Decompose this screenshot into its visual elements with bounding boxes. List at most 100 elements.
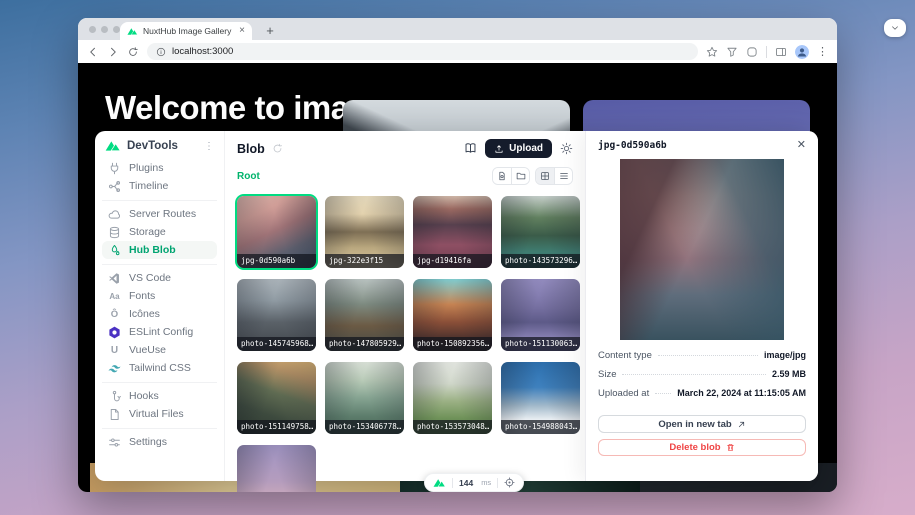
bookmark-star-icon[interactable]: [706, 46, 718, 58]
window-minimize-button[interactable]: [101, 26, 108, 33]
sidebar-item-hooks[interactable]: Hooks: [102, 387, 217, 405]
blob-panel: Blob Upload Root: [225, 131, 585, 481]
blob-tile-label: photo-151130063…: [501, 337, 580, 352]
blob-tile-photo-151130063[interactable]: photo-151130063…: [501, 279, 580, 351]
toolbar-right: ⋮: [706, 45, 828, 59]
sidebar-item-vueuse[interactable]: UVueUse: [102, 341, 217, 359]
sidebar-item-storage[interactable]: Storage: [102, 223, 217, 241]
devtools-title: DevTools: [127, 140, 198, 152]
back-icon[interactable]: [87, 46, 99, 58]
window-close-button[interactable]: [89, 26, 96, 33]
blob-tile[interactable]: [237, 445, 316, 492]
window-zoom-button[interactable]: [113, 26, 120, 33]
sidebar-item-label: Timeline: [129, 180, 168, 192]
render-time: 144: [459, 478, 473, 488]
sidebar-item-virtual-files[interactable]: Virtual Files: [102, 405, 217, 423]
database-icon: [108, 226, 121, 239]
browser-tab[interactable]: NuxtHub Image Gallery Starter ×: [120, 22, 252, 40]
plug-icon: [108, 162, 121, 175]
new-tab-button[interactable]: +: [262, 22, 278, 38]
docs-book-icon[interactable]: [464, 142, 477, 155]
side-panel-icon[interactable]: [775, 46, 787, 58]
extension-funnel-icon[interactable]: [726, 46, 738, 58]
blob-tile-photo-154988043[interactable]: photo-154988043…: [501, 362, 580, 434]
open-in-new-tab-button[interactable]: Open in new tab: [598, 415, 806, 433]
chevron-down-icon: [890, 23, 900, 33]
sidebar-item-hub-blob[interactable]: Hub Blob: [102, 241, 217, 259]
upload-folder-button[interactable]: [511, 168, 529, 184]
cloud-icon: [108, 208, 121, 221]
blob-tile-photo-147805929[interactable]: photo-147805929…: [325, 279, 404, 351]
profile-avatar[interactable]: [795, 45, 809, 59]
blob-tile-label: photo-153406778…: [325, 420, 404, 435]
upload-button[interactable]: Upload: [485, 139, 552, 158]
sidebar-divider: [102, 428, 217, 429]
close-icon[interactable]: ✕: [797, 140, 806, 151]
reload-icon[interactable]: [127, 46, 139, 58]
trash-icon: [726, 443, 735, 452]
pill-divider: [452, 478, 453, 488]
sidebar-item-fonts[interactable]: AaFonts: [102, 287, 217, 305]
detail-fields: Content typeimage/jpgSize 2.59 MB Uploaded…: [598, 350, 806, 407]
theme-sun-icon[interactable]: [560, 142, 573, 155]
detail-field: Content typeimage/jpg: [598, 350, 806, 369]
blob-tile-photo-150892356[interactable]: photo-150892356…: [413, 279, 492, 351]
devtools-toggle-pill[interactable]: 144 ms: [424, 473, 524, 492]
sidebar-item-vs-code[interactable]: VS Code: [102, 269, 217, 287]
site-info-icon[interactable]: [156, 47, 166, 57]
nuxt-pill-logo-icon[interactable]: [433, 478, 446, 488]
grid-icon: [540, 171, 550, 181]
sidebar-item-icônes[interactable]: ÔIcônes: [102, 305, 217, 323]
browser-menu-icon[interactable]: ⋮: [817, 45, 828, 58]
forward-icon[interactable]: [107, 46, 119, 58]
files-icon: [108, 408, 121, 421]
desktop-background: NuxtHub Image Gallery Starter × + localh…: [0, 0, 915, 515]
delete-blob-button[interactable]: Delete blob: [598, 439, 806, 456]
blob-tile-photo-153406778[interactable]: photo-153406778…: [325, 362, 404, 434]
sidebar-item-tailwind-css[interactable]: Tailwind CSS: [102, 359, 217, 377]
blob-tile-label: photo-145745968…: [237, 337, 316, 352]
browser-window: NuxtHub Image Gallery Starter × + localh…: [78, 18, 837, 492]
window-controls[interactable]: [89, 26, 120, 33]
devtools-menu-icon[interactable]: ⋮: [204, 141, 214, 152]
blob-tile-photo-151149758[interactable]: photo-151149758…: [237, 362, 316, 434]
field-value: 2.59 MB: [772, 369, 806, 379]
sidebar-item-settings[interactable]: Settings: [102, 433, 217, 451]
window-chevron-button[interactable]: [884, 19, 906, 37]
blob-tile-jpg-0d590a6b[interactable]: jpg-0d590a6b: [237, 196, 316, 268]
inspector-target-icon[interactable]: [504, 477, 515, 488]
extensions-icon[interactable]: [746, 46, 758, 58]
sidebar-item-server-routes[interactable]: Server Routes: [102, 205, 217, 223]
blob-panel-title: Blob: [237, 142, 265, 156]
hooks-icon: [108, 390, 121, 403]
blob-tile-jpg-322e3f15[interactable]: jpg-322e3f15: [325, 196, 404, 268]
list-view-button[interactable]: [554, 168, 572, 184]
upload-file-button[interactable]: [493, 168, 511, 184]
pill-divider: [497, 478, 498, 488]
sidebar-item-eslint-config[interactable]: ESLint Config: [102, 323, 217, 341]
eslint-icon: [108, 326, 121, 339]
field-value: March 22, 2024 at 11:15:05 AM: [677, 388, 806, 398]
page-content: Welcome to image gallery DevTools ⋮ Plug…: [78, 63, 837, 492]
blob-tile-photo-143573296[interactable]: photo-143573296…: [501, 196, 580, 268]
refresh-icon[interactable]: [272, 143, 283, 154]
url-bar[interactable]: localhost:3000: [147, 43, 698, 60]
blob-tile-photo-153573048[interactable]: photo-153573048…: [413, 362, 492, 434]
sidebar-item-label: Virtual Files: [129, 408, 184, 420]
view-toggle-segment: [535, 167, 573, 185]
devtools-header: DevTools ⋮: [102, 138, 217, 159]
field-label: Size: [598, 369, 616, 380]
tab-close-icon[interactable]: ×: [239, 26, 245, 36]
blob-tile-jpg-d19416fa[interactable]: jpg-d19416fa: [413, 196, 492, 268]
sidebar-item-plugins[interactable]: Plugins: [102, 159, 217, 177]
blob-subheader: Root: [237, 167, 573, 185]
blob-tile-label: photo-151149758…: [237, 420, 316, 435]
sidebar-item-timeline[interactable]: Timeline: [102, 177, 217, 195]
grid-view-button[interactable]: [536, 168, 554, 184]
detail-field: Uploaded atMarch 22, 2024 at 11:15:05 AM: [598, 388, 806, 407]
breadcrumb[interactable]: Root: [237, 171, 260, 182]
blob-tile-photo-145745968[interactable]: photo-145745968…: [237, 279, 316, 351]
blob-tile-label: jpg-d19416fa: [413, 254, 492, 269]
sidebar-item-label: VueUse: [129, 344, 166, 356]
sidebar-item-label: ESLint Config: [129, 326, 193, 338]
